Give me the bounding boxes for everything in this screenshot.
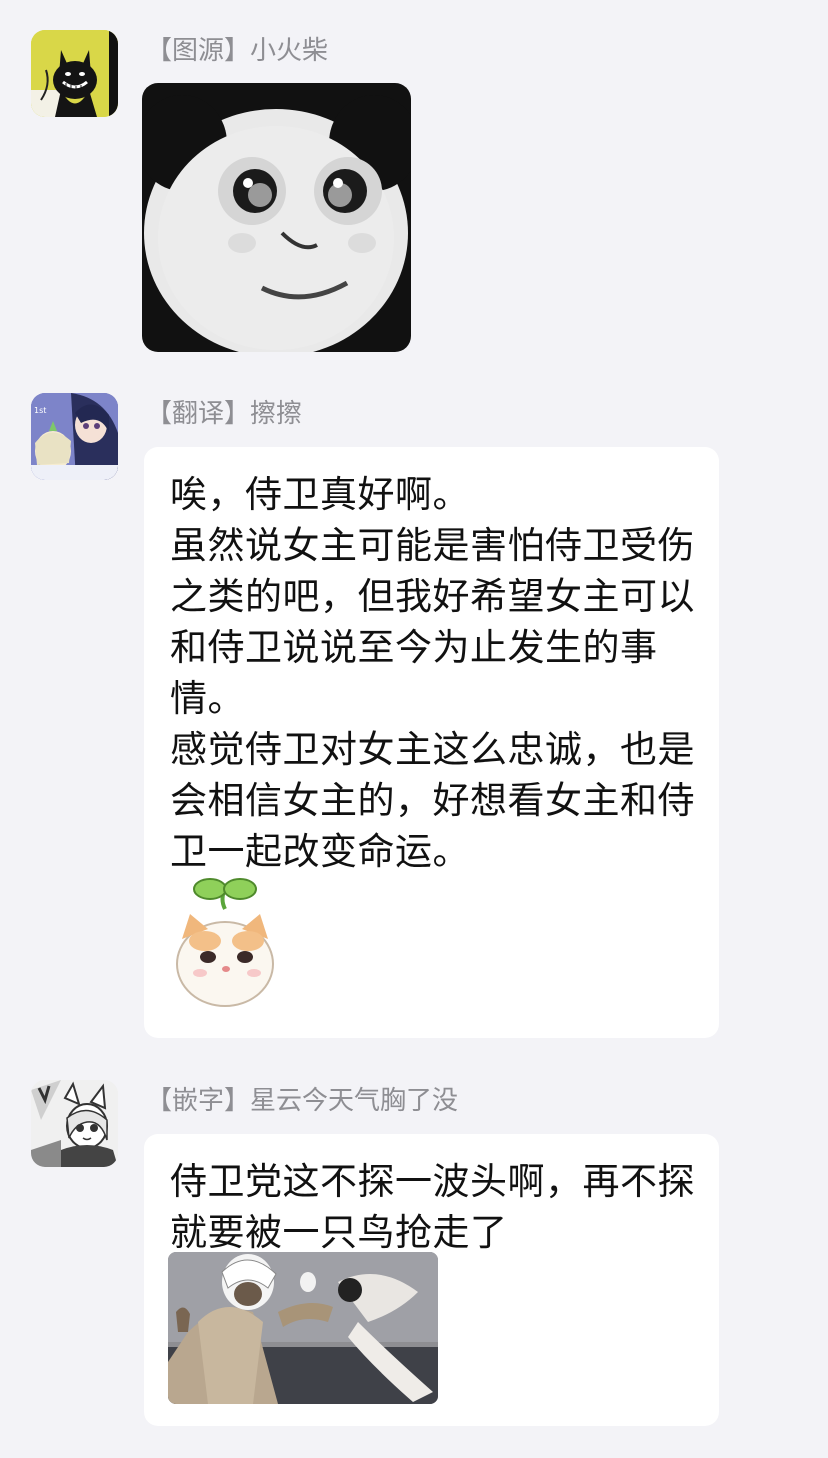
avatar[interactable] xyxy=(31,1080,118,1167)
chat-thread: 【图源】小火柴 1st 【翻译】擦擦 唉，侍卫真好啊。 虽然说女主可能是害怕侍卫… xyxy=(0,0,828,1458)
sprout-cat-sticker-icon xyxy=(170,869,285,1014)
sender-name: 【嵌字】星云今天气胸了没 xyxy=(146,1086,459,1116)
message-paragraph: 感觉侍卫对女主这么忠诚，也是会相信女主的，好想看女主和侍卫一起改变命运。 xyxy=(170,728,695,873)
anime-girls-avatar-icon: 1st xyxy=(31,393,118,480)
cat-ear-girl-peace-icon xyxy=(31,1080,118,1167)
message-paragraph: 唉，侍卫真好啊。 xyxy=(170,473,470,516)
avatar[interactable] xyxy=(31,30,118,117)
sender-name: 【翻译】擦擦 xyxy=(146,399,303,429)
message-1: 【图源】小火柴 xyxy=(0,0,828,370)
message-paragraph: 侍卫党这不探一波头啊，再不探就要被一只鸟抢走了 xyxy=(170,1160,695,1254)
sticker-image[interactable] xyxy=(168,1252,438,1404)
sticker-image[interactable] xyxy=(142,83,411,352)
sender-name: 【图源】小火柴 xyxy=(146,36,329,66)
message-3: 【嵌字】星云今天气胸了没 侍卫党这不探一波头啊，再不探就要被一只鸟抢走了 xyxy=(0,1062,828,1458)
message-text: 侍卫党这不探一波头啊，再不探就要被一只鸟抢走了 xyxy=(170,1156,705,1258)
sticker-image[interactable] xyxy=(170,869,285,1014)
panda-face-meme-icon xyxy=(142,83,411,352)
avatar[interactable]: 1st xyxy=(31,393,118,480)
message-bubble: 侍卫党这不探一波头啊，再不探就要被一只鸟抢走了 xyxy=(144,1134,719,1426)
man-holding-bird-meme-icon xyxy=(168,1252,438,1404)
message-text: 唉，侍卫真好啊。 虽然说女主可能是害怕侍卫受伤之类的吧，但我好希望女主可以和侍卫… xyxy=(170,469,705,877)
message-paragraph: 虽然说女主可能是害怕侍卫受伤之类的吧，但我好希望女主可以和侍卫说说至今为止发生的… xyxy=(170,524,695,720)
black-cat-grin-icon xyxy=(31,30,118,117)
message-bubble: 唉，侍卫真好啊。 虽然说女主可能是害怕侍卫受伤之类的吧，但我好希望女主可以和侍卫… xyxy=(144,447,719,1038)
message-2: 1st 【翻译】擦擦 唉，侍卫真好啊。 虽然说女主可能是害怕侍卫受伤之类的吧，但… xyxy=(0,375,828,1055)
svg-text:1st: 1st xyxy=(34,406,46,415)
